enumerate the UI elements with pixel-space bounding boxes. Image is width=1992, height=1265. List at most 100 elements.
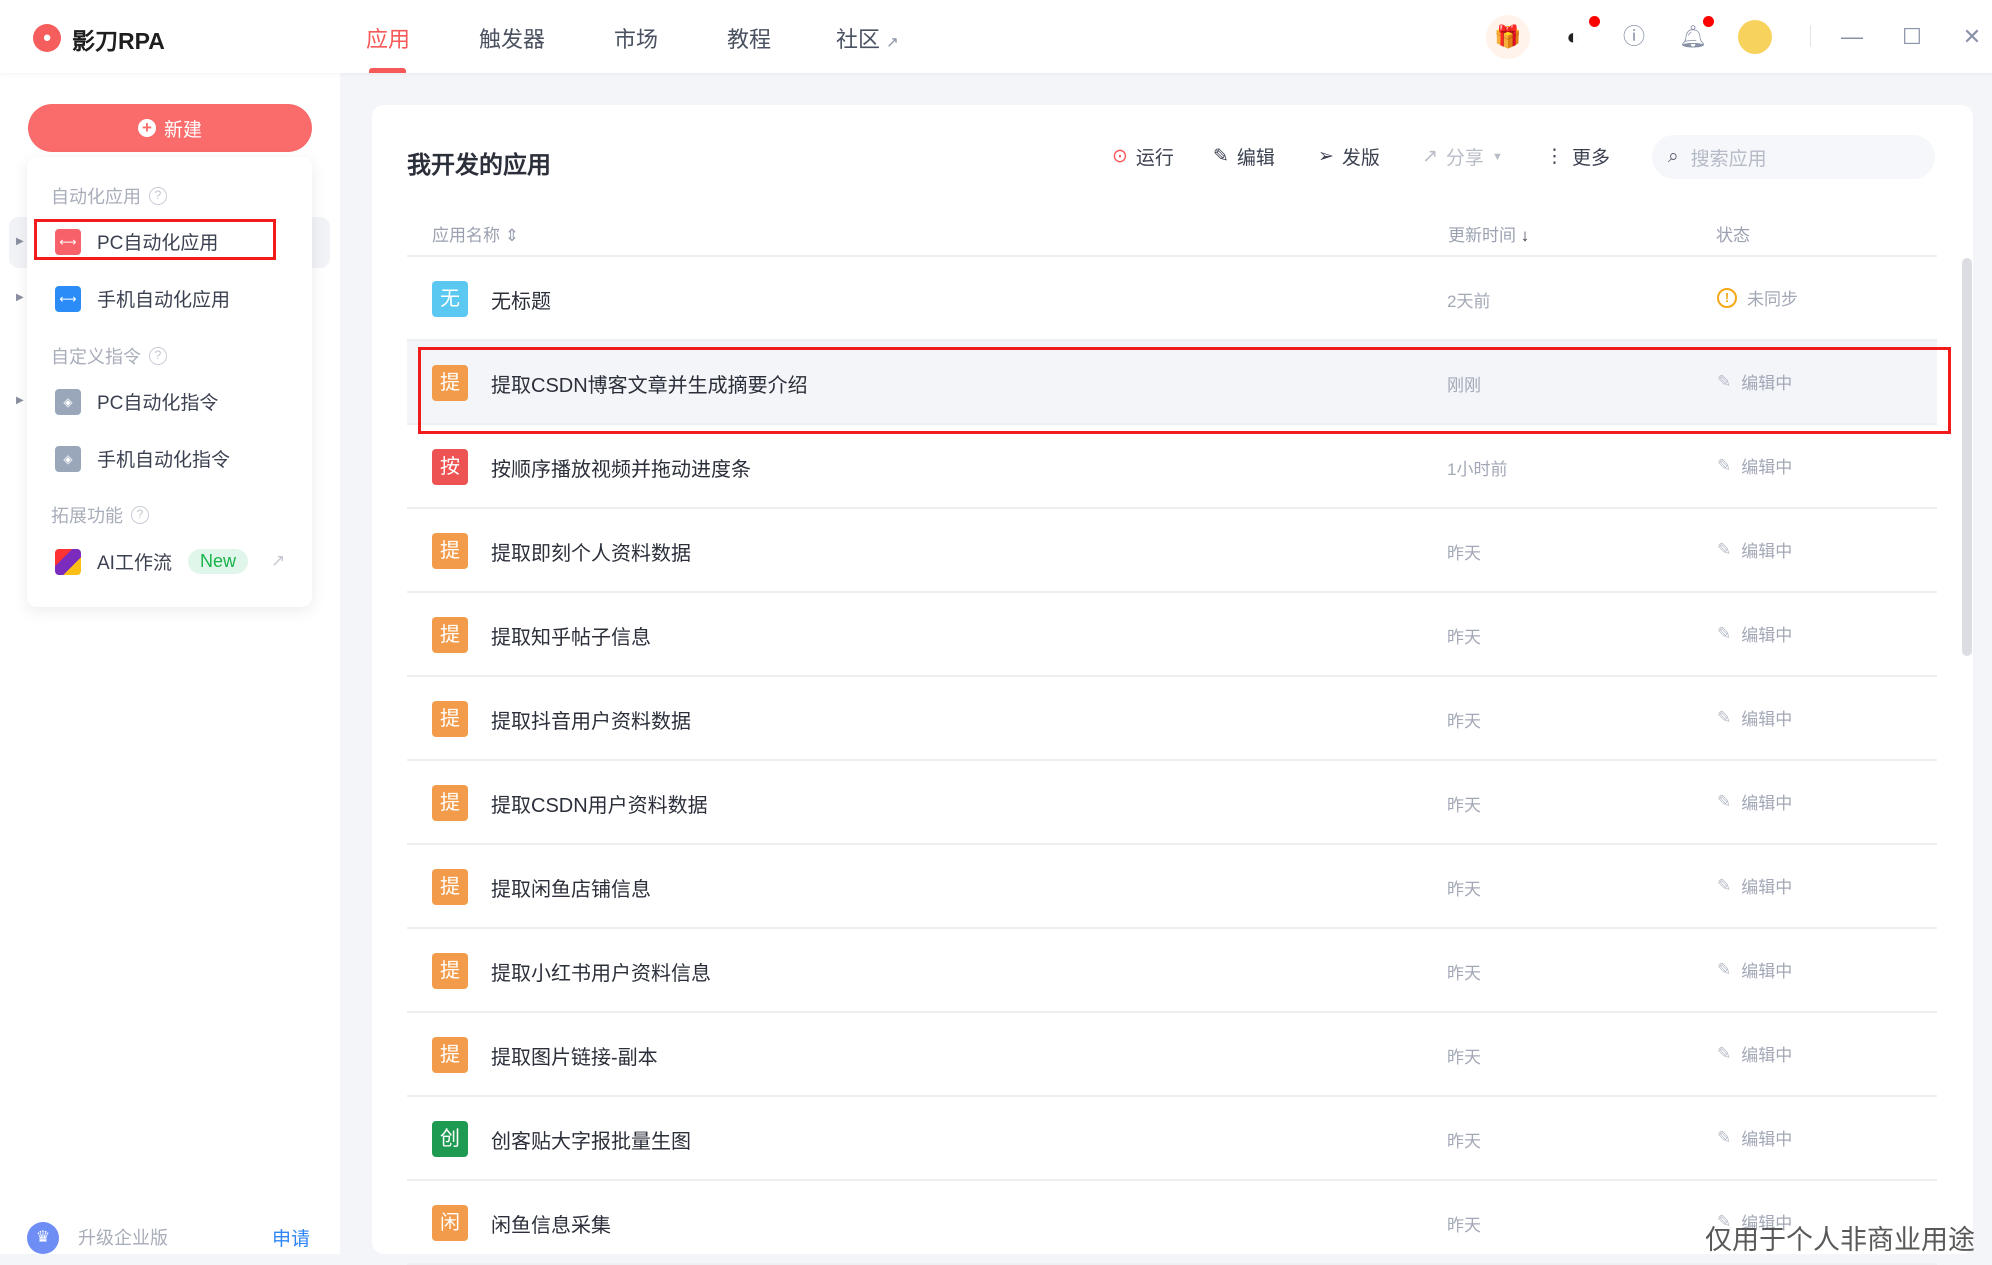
warning-icon: ! [1717, 287, 1737, 308]
nav-tutorials[interactable]: 教程 [727, 22, 771, 54]
status: ✎ 编辑中 [1717, 1041, 1792, 1066]
app-name: 提取知乎帖子信息 [491, 627, 651, 649]
expand-arrow-icon[interactable]: ▶ [16, 395, 24, 406]
mobile-app-icon: ⟷ [55, 285, 81, 312]
pencil-icon: ✎ [1717, 707, 1732, 727]
status: ! 未同步 [1717, 285, 1798, 310]
section-header-label: 自定义指令 [51, 347, 141, 367]
app-icon: 提 [432, 953, 468, 989]
update-time: 昨天 [1447, 1216, 1481, 1235]
table-row[interactable]: 无 无标题 2天前 ! 未同步 [407, 257, 1937, 341]
more-label: 更多 [1572, 148, 1611, 169]
gift-icon[interactable]: 🎁 [1486, 15, 1530, 59]
more-vertical-icon: ⋮ [1545, 146, 1564, 167]
pencil-icon: ✎ [1717, 959, 1732, 979]
app-icon: 提 [432, 785, 468, 821]
publish-label: 发版 [1341, 148, 1380, 169]
search-input[interactable]: ⌕ 搜索应用 [1652, 135, 1935, 179]
divider [1810, 25, 1811, 47]
help-icon[interactable]: ? [131, 506, 149, 524]
column-header-time[interactable]: 更新时间 ↓ [1448, 221, 1529, 246]
table-row[interactable]: 按 按顺序播放视频并拖动进度条 1小时前 ✎ 编辑中 [407, 425, 1937, 509]
expand-arrow-icon[interactable]: ▶ [16, 292, 24, 303]
share-icon: ↗ [1422, 146, 1438, 167]
app-icon: 提 [432, 701, 468, 737]
play-icon: ⊙ [1112, 146, 1128, 167]
table-row[interactable]: 提 提取闲鱼店铺信息 昨天 ✎ 编辑中 [407, 845, 1937, 929]
external-link-icon: ↗ [886, 34, 899, 51]
nav-triggers[interactable]: 触发器 [479, 22, 545, 54]
update-time: 昨天 [1447, 544, 1481, 563]
update-time: 昨天 [1447, 628, 1481, 647]
status-label: 编辑中 [1741, 710, 1793, 729]
ai-workflow-icon [55, 548, 81, 575]
notification-dot [1703, 16, 1714, 27]
maximize-icon[interactable]: ☐ [1896, 21, 1928, 53]
column-header-name[interactable]: 应用名称 ⇕ [432, 221, 519, 246]
new-menu-popup: 自动化应用? ⟷ PC自动化应用 ⟷ 手机自动化应用 自定义指令? ◈ PC自动化指令… [27, 157, 312, 607]
table-row[interactable]: 创 创客贴大字报批量生图 昨天 ✎ 编辑中 [407, 1097, 1937, 1181]
edit-button[interactable]: ✎ 编辑 [1213, 143, 1275, 170]
section-header: 自定义指令? [51, 343, 167, 369]
expand-arrow-icon[interactable]: ▶ [16, 236, 24, 247]
assistant-avatar-icon[interactable]: ◐ [1557, 21, 1589, 53]
pencil-icon: ✎ [1213, 146, 1229, 167]
minimize-icon[interactable]: — [1836, 21, 1868, 53]
sort-icon: ⇕ [504, 226, 519, 245]
menu-item-pc-app[interactable]: ⟷ PC自动化应用 [55, 228, 218, 255]
pc-command-icon: ◈ [55, 388, 81, 415]
update-time: 1小时前 [1447, 460, 1508, 479]
run-button[interactable]: ⊙ 运行 [1112, 143, 1174, 170]
share-button[interactable]: ↗ 分享 ▼ [1422, 143, 1503, 170]
app-icon: 闲 [432, 1205, 468, 1241]
app-name: 提取小红书用户资料信息 [491, 963, 711, 985]
menu-item-pc-command[interactable]: ◈ PC自动化指令 [55, 388, 218, 415]
menu-item-mobile-command[interactable]: ◈ 手机自动化指令 [55, 445, 230, 472]
status: ✎ 编辑中 [1717, 621, 1792, 646]
status-label: 编辑中 [1741, 1130, 1793, 1149]
new-badge: New [187, 549, 248, 574]
status: ✎ 编辑中 [1717, 957, 1792, 982]
menu-item-label: 手机自动化应用 [97, 290, 231, 311]
scrollbar[interactable] [1962, 258, 1972, 656]
help-icon[interactable]: ? [149, 187, 167, 205]
table-row[interactable]: 提 提取图片链接-副本 昨天 ✎ 编辑中 [407, 1013, 1937, 1097]
table-row[interactable]: 提 提取抖音用户资料数据 昨天 ✎ 编辑中 [407, 677, 1937, 761]
apply-link[interactable]: 申请 [272, 1224, 310, 1251]
status-label: 编辑中 [1741, 878, 1793, 897]
pc-app-icon: ⟷ [55, 228, 81, 255]
app-name: 无标题 [491, 291, 551, 313]
menu-item-ai-workflow[interactable]: AI工作流 New [55, 548, 248, 575]
user-avatar[interactable] [1738, 20, 1772, 54]
column-label: 更新时间 [1448, 226, 1516, 245]
status: ✎ 编辑中 [1717, 453, 1792, 478]
status-label: 编辑中 [1741, 962, 1793, 981]
table-row[interactable]: 提 提取知乎帖子信息 昨天 ✎ 编辑中 [407, 593, 1937, 677]
table-row[interactable]: 提 提取小红书用户资料信息 昨天 ✎ 编辑中 [407, 929, 1937, 1013]
external-link-icon[interactable]: ↗ [271, 551, 285, 571]
menu-item-mobile-app[interactable]: ⟷ 手机自动化应用 [55, 285, 230, 312]
nav-community-label: 社区 [836, 27, 881, 52]
help-icon[interactable]: ⓘ [1618, 21, 1650, 53]
send-icon: ➢ [1318, 146, 1334, 167]
update-time: 昨天 [1447, 1132, 1481, 1151]
share-label: 分享 [1445, 148, 1484, 169]
nav-market[interactable]: 市场 [614, 22, 658, 54]
caret-down-icon: ▼ [1491, 150, 1503, 163]
app-name: 创客贴大字报批量生图 [491, 1131, 691, 1153]
pencil-icon: ✎ [1717, 539, 1732, 559]
update-time: 2天前 [1447, 292, 1491, 311]
nav-community[interactable]: 社区 ↗ [836, 22, 899, 54]
more-button[interactable]: ⋮ 更多 [1545, 143, 1610, 170]
help-icon[interactable]: ? [149, 347, 167, 365]
publish-button[interactable]: ➢ 发版 [1318, 143, 1380, 170]
nav-apps[interactable]: 应用 [366, 22, 410, 54]
table-row[interactable]: 提 提取即刻个人资料数据 昨天 ✎ 编辑中 [407, 509, 1937, 593]
table-row[interactable]: 提 提取CSDN用户资料数据 昨天 ✎ 编辑中 [407, 761, 1937, 845]
menu-item-label: 手机自动化指令 [97, 450, 231, 471]
update-time: 昨天 [1447, 796, 1481, 815]
new-button[interactable]: + 新建 [28, 104, 312, 152]
close-icon[interactable]: ✕ [1956, 21, 1988, 53]
section-header-label: 拓展功能 [51, 506, 123, 526]
app-icon: 创 [432, 1121, 468, 1157]
